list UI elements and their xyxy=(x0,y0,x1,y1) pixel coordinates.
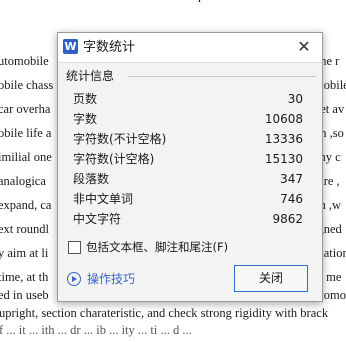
stat-value: 13336 xyxy=(264,132,303,146)
close-icon[interactable]: ✕ xyxy=(295,38,313,56)
stat-label: 段落数 xyxy=(73,172,110,186)
play-circle-icon xyxy=(67,272,81,286)
close-button[interactable]: 关闭 xyxy=(234,265,308,292)
stats-group-label: 统计信息 xyxy=(66,69,115,83)
tips-link-label[interactable]: 操作技巧 xyxy=(87,271,135,287)
dialog-titlebar[interactable]: W 字数统计 ✕ xyxy=(58,33,322,63)
include-textbox-checkbox[interactable] xyxy=(68,241,81,254)
group-divider xyxy=(128,76,316,77)
stat-value: 10608 xyxy=(264,112,303,126)
stat-row-paragraphs: 段落数 347 xyxy=(58,170,322,188)
stat-row-non-chinese-words: 非中文单词 746 xyxy=(58,190,322,208)
stat-value: 746 xyxy=(280,192,303,206)
app-w-icon: W xyxy=(63,39,78,54)
stat-row-chinese-chars: 中文字符 9862 xyxy=(58,210,322,228)
stat-label: 字符数(计空格) xyxy=(73,152,155,166)
doc-line-bottom-fragment: f ... it ... ith ... dr ... ib ... ity .… xyxy=(0,323,192,337)
dialog-title: 字数统计 xyxy=(83,40,136,55)
stat-value: 9862 xyxy=(272,212,303,226)
stat-label: 字符数(不计空格) xyxy=(73,132,167,146)
doc-fragment-top: r xyxy=(198,0,346,10)
word-count-dialog: W 字数统计 ✕ 统计信息 页数 30 字数 10608 字符数(不计空格) 1… xyxy=(57,32,323,302)
stat-row-words: 字数 10608 xyxy=(58,110,322,128)
stat-label: 页数 xyxy=(73,92,98,106)
stat-value: 15130 xyxy=(264,152,303,166)
stat-row-pages: 页数 30 xyxy=(58,90,322,108)
stat-row-chars-no-spaces: 字符数(不计空格) 13336 xyxy=(58,130,322,148)
stat-label: 字数 xyxy=(73,112,98,126)
include-textbox-label[interactable]: 包括文本框、脚注和尾注(F) xyxy=(86,239,228,255)
stat-label: 非中文单词 xyxy=(73,192,134,206)
stat-row-chars-with-spaces: 字符数(计空格) 15130 xyxy=(58,150,322,168)
stat-value: 30 xyxy=(287,92,303,106)
stat-label: 中文字符 xyxy=(73,212,122,226)
stat-value: 347 xyxy=(280,172,303,186)
